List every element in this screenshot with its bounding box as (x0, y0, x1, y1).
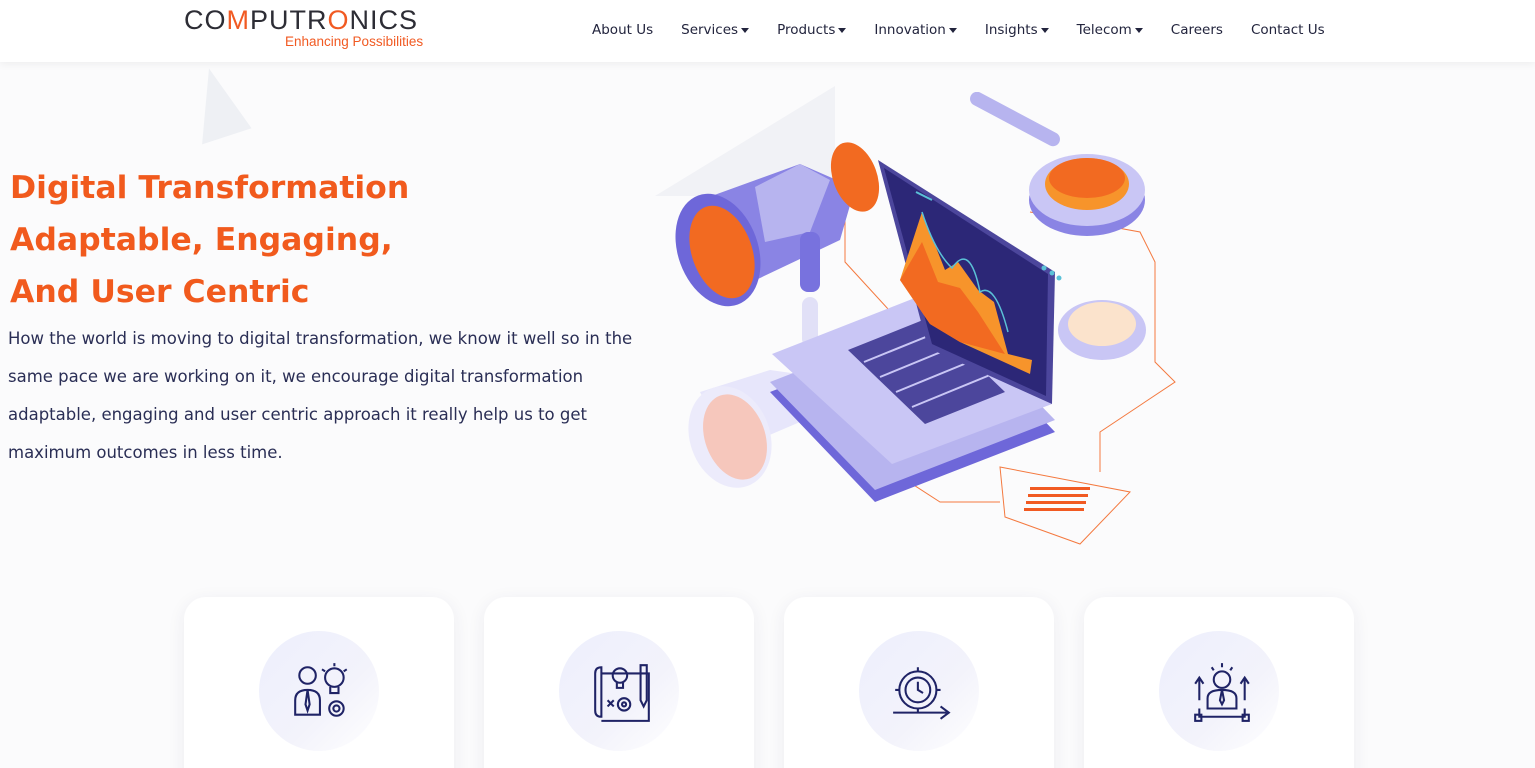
nav-innovation[interactable]: Innovation (874, 22, 957, 38)
hero-description: How the world is moving to digital trans… (8, 329, 633, 462)
leader-growth-icon (1194, 663, 1250, 722)
hero-title: Digital Transformation Adaptable, Engagi… (10, 162, 409, 318)
caret-down-icon (1040, 27, 1049, 33)
nav-insights[interactable]: Insights (985, 22, 1049, 38)
caret-down-icon (948, 27, 957, 33)
feature-card[interactable] (784, 597, 1054, 768)
nav-contact-us[interactable]: Contact Us (1251, 22, 1325, 38)
caret-down-icon (741, 27, 750, 33)
nav-about-us[interactable]: About Us (592, 22, 653, 38)
logo-wordmark: COMPUTRONICS (184, 5, 419, 35)
blueprint-design-icon (594, 664, 650, 722)
gear-clock-process-icon (893, 667, 951, 720)
hero-title-line: Adaptable, Engaging, (10, 222, 393, 258)
logo-m-mark: M (226, 5, 250, 35)
computronics-logo[interactable]: COMPUTRONICS Enhancing Possibilities (184, 4, 429, 54)
feature-card[interactable] (1084, 597, 1354, 768)
feature-card[interactable] (484, 597, 754, 768)
consultant-idea-icon (294, 663, 348, 717)
background-triangle (180, 61, 252, 145)
feature-card[interactable] (184, 597, 454, 768)
nav-careers[interactable]: Careers (1171, 22, 1223, 38)
nav-telecom[interactable]: Telecom (1077, 22, 1143, 38)
hero-title-line: Digital Transformation (10, 170, 410, 206)
logo-tagline: Enhancing Possibilities (285, 34, 424, 49)
nav-products[interactable]: Products (777, 22, 847, 38)
caret-down-icon (1134, 27, 1143, 33)
digital-marketing-illustration (675, 92, 1176, 545)
nav-services[interactable]: Services (681, 22, 750, 38)
hero-title-line: And User Centric (10, 274, 310, 310)
site-header: COMPUTRONICS Enhancing Possibilities Abo… (0, 0, 1535, 62)
main-nav: About Us Services Products Innovation In… (592, 22, 1325, 38)
caret-down-icon (838, 27, 847, 33)
